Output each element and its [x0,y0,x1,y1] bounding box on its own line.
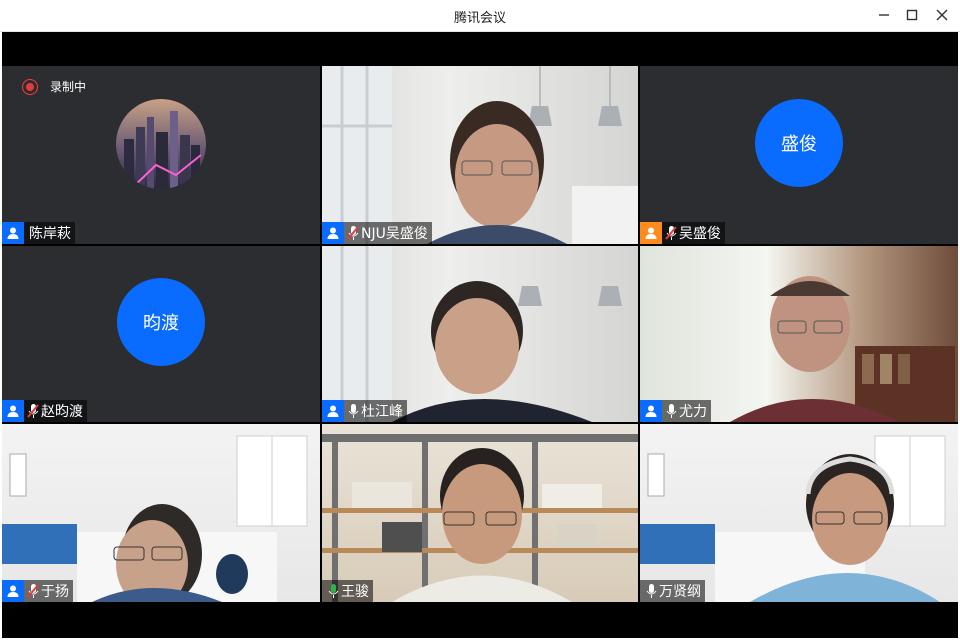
room-background [640,435,946,602]
minimize-button[interactable] [870,4,898,26]
mic-icon [346,400,360,422]
recording-icon [22,78,38,95]
name-tag: NJU吴盛俊 [322,222,432,244]
user-icon [2,222,24,244]
maximize-icon [906,9,918,21]
mic-speaking-icon [326,580,340,602]
office-background [322,66,638,244]
name-tag: 吴盛俊 [640,222,725,244]
name-tag: 尤力 [640,400,711,422]
avatar [116,99,206,189]
user-icon [640,400,662,422]
participant-name: 杜江峰 [361,404,403,420]
name-tag: 万贤纲 [640,580,705,602]
window-title: 腾讯会议 [453,11,506,26]
host-user-icon [640,222,662,244]
office-background [322,246,622,422]
close-button[interactable] [928,4,956,26]
participant-tile-9[interactable]: 万贤纲 [640,424,958,602]
name-tag: 于扬 [2,580,73,602]
recording-label: 录制中 [50,80,87,94]
participant-name: 王骏 [341,584,369,600]
room-background [2,435,308,602]
participant-tile-6[interactable]: 尤力 [640,246,958,422]
mic-muted-icon [664,222,678,244]
participant-tile-3[interactable]: 盛俊 吴盛俊 [640,66,958,244]
video-feed [322,246,638,422]
participant-tile-7[interactable]: 于扬 [2,424,320,602]
city-skyline-image [124,111,202,189]
participant-name: 赵昀渡 [41,404,83,420]
video-feed [640,424,958,602]
maximize-button[interactable] [898,4,926,26]
video-feed [640,246,958,422]
participant-name: 陈岸萩 [29,226,71,242]
video-feed [322,424,638,602]
participant-tile-8[interactable]: 王骏 [322,424,638,602]
name-tag: 陈岸萩 [2,222,75,244]
avatar: 盛俊 [755,99,843,187]
participant-tile-4[interactable]: 昀渡 赵昀渡 [2,246,320,422]
video-feed [322,66,638,244]
mic-muted-icon [26,400,40,422]
participant-name: 于扬 [41,584,69,600]
video-feed [2,424,320,602]
close-icon [936,9,948,21]
mic-icon [664,400,678,422]
mic-icon [644,580,658,602]
name-tag: 赵昀渡 [2,400,87,422]
participant-name: 吴盛俊 [679,226,721,242]
mic-muted-icon [26,580,40,602]
video-stage: 录制中 陈岸萩 NJU吴盛俊 盛俊 吴盛俊 昀渡 赵昀渡 杜江峰 尤力 于扬 王… [2,32,958,638]
user-icon [2,580,24,602]
participant-tile-1[interactable]: 录制中 陈岸萩 [2,66,320,244]
name-tag: 王骏 [322,580,373,602]
user-icon [322,400,344,422]
user-icon [2,400,24,422]
participant-name: 万贤纲 [659,584,701,600]
participant-name: 尤力 [679,404,707,420]
user-icon [322,222,344,244]
minimize-icon [879,14,889,16]
participant-tile-5[interactable]: 杜江峰 [322,246,638,422]
avatar: 昀渡 [117,278,205,366]
title-bar: 腾讯会议 [0,0,960,32]
bookshelf-background [322,434,638,602]
recording-indicator: 录制中 [22,78,86,95]
participant-tile-2[interactable]: NJU吴盛俊 [322,66,638,244]
library-background [730,276,955,422]
name-tag: 杜江峰 [322,400,407,422]
mic-muted-icon [346,222,360,244]
participant-name: NJU吴盛俊 [361,226,428,242]
